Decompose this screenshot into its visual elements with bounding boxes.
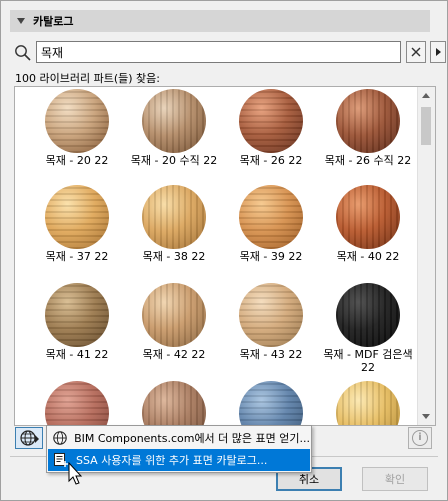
material-label: 목재 - 40 22	[336, 250, 400, 263]
material-tile[interactable]	[29, 381, 125, 425]
material-sphere	[142, 89, 206, 153]
globe-icon	[52, 429, 68, 447]
material-label: 목재 - 39 22	[239, 250, 303, 263]
menu-item-bim-components[interactable]: BIM Components.com에서 더 많은 표면 얻기...	[48, 427, 310, 449]
material-sphere	[142, 185, 206, 249]
material-tile[interactable]: 목재 - 42 22	[126, 283, 222, 361]
material-tile[interactable]: 목재 - 37 22	[29, 185, 125, 263]
material-label: 목재 - 20 22	[45, 154, 109, 167]
material-preview	[336, 89, 400, 153]
material-preview	[239, 185, 303, 249]
material-sphere	[239, 381, 303, 425]
material-tile[interactable]: 목재 - 39 22	[223, 185, 319, 263]
material-preview	[239, 381, 303, 425]
material-sphere	[336, 89, 400, 153]
section-title: 카탈로그	[33, 15, 74, 28]
material-sphere	[239, 283, 303, 347]
material-tile[interactable]: 목재 - 43 22	[223, 283, 319, 361]
material-sphere	[45, 283, 109, 347]
material-preview	[336, 381, 400, 425]
vertical-scrollbar[interactable]	[417, 87, 435, 425]
material-sphere	[336, 185, 400, 249]
menu-item-label: SSA 사용자를 위한 추가 표면 카탈로그...	[76, 454, 268, 467]
search-input[interactable]	[36, 41, 401, 63]
material-tile[interactable]	[320, 381, 415, 425]
info-button[interactable]: i	[408, 427, 432, 449]
material-preview	[45, 89, 109, 153]
info-icon: i	[412, 430, 428, 446]
mouse-cursor-icon	[68, 462, 83, 485]
material-label: 목재 - 41 22	[45, 348, 109, 361]
material-tile[interactable]: 목재 - 38 22	[126, 185, 222, 263]
material-preview	[142, 283, 206, 347]
material-tile[interactable]: 목재 - 20 22	[29, 89, 125, 167]
material-preview	[45, 381, 109, 425]
material-grid-panel: 목재 - 20 22 목재 - 20 수직 22 목재 - 26 22 목재 - 26…	[14, 86, 436, 426]
material-sphere	[142, 381, 206, 425]
scrollbar-thumb[interactable]	[421, 107, 431, 145]
material-label: 목재 - 26 수직 22	[324, 154, 412, 167]
clear-search-button[interactable]	[406, 41, 426, 63]
catalog-section-header[interactable]: 카탈로그	[10, 10, 430, 32]
collapse-triangle-icon[interactable]	[17, 18, 25, 24]
material-preview	[142, 89, 206, 153]
material-preview	[45, 283, 109, 347]
material-tile[interactable]	[223, 381, 319, 425]
material-sphere	[336, 381, 400, 425]
material-tile[interactable]: 목재 - 41 22	[29, 283, 125, 361]
material-grid: 목재 - 20 22 목재 - 20 수직 22 목재 - 26 22 목재 - 26…	[15, 87, 415, 425]
material-label: 목재 - 42 22	[142, 348, 206, 361]
menu-item-label: BIM Components.com에서 더 많은 표면 얻기...	[74, 432, 310, 445]
material-sphere	[142, 283, 206, 347]
material-preview	[336, 185, 400, 249]
ok-button[interactable]: 확인	[362, 467, 428, 491]
material-preview	[45, 185, 109, 249]
material-sphere	[336, 283, 400, 347]
result-count-label: 100 라이브러리 파트(들) 찾음:	[15, 72, 160, 85]
material-tile[interactable]: 목재 - MDF 검은색 22	[320, 283, 415, 374]
scroll-up-icon[interactable]	[422, 93, 430, 98]
scroll-down-icon[interactable]	[422, 414, 430, 419]
material-label: 목재 - 43 22	[239, 348, 303, 361]
material-sphere	[45, 89, 109, 153]
search-options-button[interactable]	[430, 41, 446, 63]
material-sphere	[239, 185, 303, 249]
chevron-right-icon	[35, 435, 39, 443]
web-options-menu: BIM Components.com에서 더 많은 표면 얻기... SSA 사…	[46, 425, 312, 473]
material-tile[interactable]: 목재 - 20 수직 22	[126, 89, 222, 167]
material-tile[interactable]: 목재 - 40 22	[320, 185, 415, 263]
material-sphere	[239, 89, 303, 153]
material-sphere	[45, 381, 109, 425]
chevron-right-icon	[435, 48, 441, 56]
web-options-button[interactable]	[15, 427, 43, 449]
material-preview	[239, 283, 303, 347]
material-preview	[142, 185, 206, 249]
material-tile[interactable]: 목재 - 26 22	[223, 89, 319, 167]
material-tile[interactable]: 목재 - 26 수직 22	[320, 89, 415, 167]
material-preview	[239, 89, 303, 153]
material-label: 목재 - 38 22	[142, 250, 206, 263]
close-icon	[411, 47, 421, 57]
material-label: 목재 - 26 22	[239, 154, 303, 167]
search-row	[14, 41, 446, 65]
material-sphere	[45, 185, 109, 249]
search-icon	[14, 44, 32, 62]
material-preview	[142, 381, 206, 425]
material-label: 목재 - 20 수직 22	[130, 154, 218, 167]
material-preview	[336, 283, 400, 347]
material-tile[interactable]	[126, 381, 222, 425]
menu-item-ssa-catalog[interactable]: SSA 사용자를 위한 추가 표면 카탈로그...	[48, 449, 310, 471]
material-label: 목재 - MDF 검은색 22	[323, 348, 413, 374]
material-label: 목재 - 37 22	[45, 250, 109, 263]
